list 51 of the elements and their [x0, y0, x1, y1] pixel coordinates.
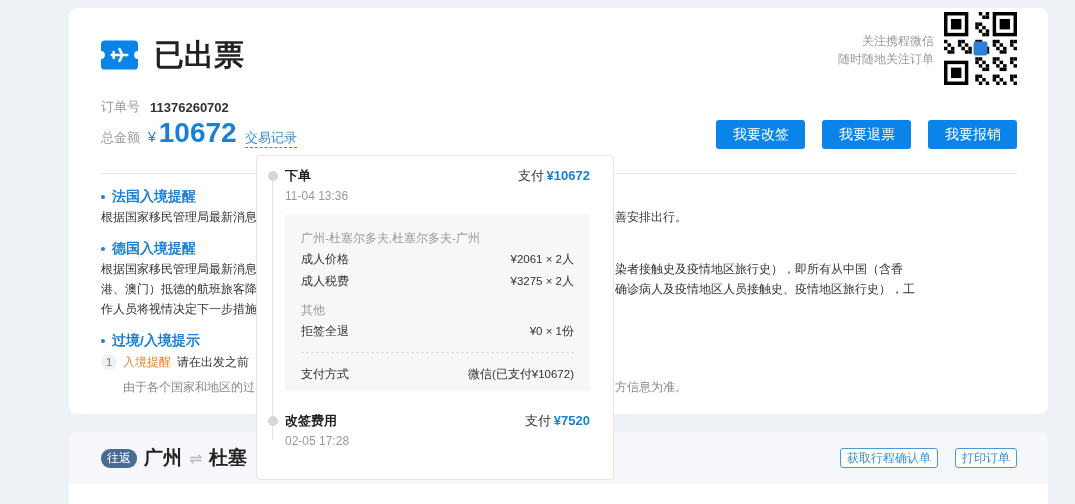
pay-amount: ¥7520	[553, 412, 590, 430]
entry-time: 02-05 17:28	[285, 433, 350, 450]
route-label: 广州-杜塞尔多夫,杜塞尔多夫-广州	[301, 231, 481, 246]
bullet-icon	[101, 247, 105, 251]
round-trip-badge: 往返	[101, 448, 137, 468]
price-value: ¥0 × 1份	[529, 324, 574, 339]
transaction-record-link[interactable]: 交易记录	[244, 129, 297, 148]
notice-text: 善安排出行。	[615, 209, 687, 225]
pay-label: 支付	[517, 167, 544, 185]
step-number: 1	[101, 354, 117, 370]
entry-time: 11-04 13:36	[285, 188, 349, 205]
notice-title: 法国入境提醒	[112, 188, 196, 206]
bullet-icon	[101, 195, 105, 199]
other-label: 其他	[301, 303, 326, 318]
notice-text: 染者接触史及疫情地区旅行史），即所有从中国（含香	[615, 261, 903, 277]
pay-amount: ¥10672	[546, 167, 590, 185]
notice-text: 确诊病人及疫情地区人员接触史、疫情地区旅行史），工	[615, 281, 915, 297]
payment-method-label: 支付方式	[301, 367, 349, 382]
plane-ticket-icon	[101, 40, 138, 70]
outline-button[interactable]: 打印订单	[955, 448, 1017, 468]
status-title: 已出票	[154, 36, 244, 73]
pay-label: 支付	[524, 412, 551, 430]
action-button[interactable]: 我要改签	[716, 120, 805, 149]
entry-title: 改签费用	[285, 412, 338, 430]
price-value: ¥2061 × 2人	[510, 252, 574, 267]
total-amount: 10672	[158, 117, 237, 149]
price-label: 成人价格	[301, 252, 349, 267]
order-number-label: 订单号	[101, 98, 140, 116]
payment-method-value: 微信(已支付¥10672)	[467, 367, 574, 382]
currency-sign: ¥	[148, 129, 156, 145]
notice-title: 过境/入境提示	[112, 332, 200, 350]
round-trip-arrow: ⇌	[189, 448, 203, 468]
action-button[interactable]: 我要退票	[822, 120, 911, 149]
note-text: 由于各个国家和地区的过	[122, 379, 253, 395]
step-tag: 入境提醒	[123, 353, 171, 371]
step-text: 请在出发之前	[177, 353, 249, 371]
price-label: 拒签全退	[301, 324, 349, 339]
note-text: 方信息为准。	[615, 379, 687, 395]
departure-city: 广州	[144, 446, 182, 470]
follow-hint: 随时随地关注订单	[838, 51, 934, 68]
notice-title: 德国入境提醒	[112, 240, 196, 258]
bullet-icon	[101, 339, 105, 343]
arrival-city: 杜塞	[209, 446, 248, 470]
entry-title: 下单	[285, 167, 312, 185]
total-label: 总金额	[101, 129, 140, 147]
price-label: 成人税费	[301, 274, 349, 289]
action-button[interactable]: 我要报销	[928, 120, 1017, 149]
price-value: ¥3275 × 2人	[510, 274, 574, 289]
follow-hint: 关注携程微信	[862, 33, 934, 50]
order-number: 11376260702	[150, 99, 229, 115]
outline-button[interactable]: 获取行程确认单	[840, 448, 938, 468]
